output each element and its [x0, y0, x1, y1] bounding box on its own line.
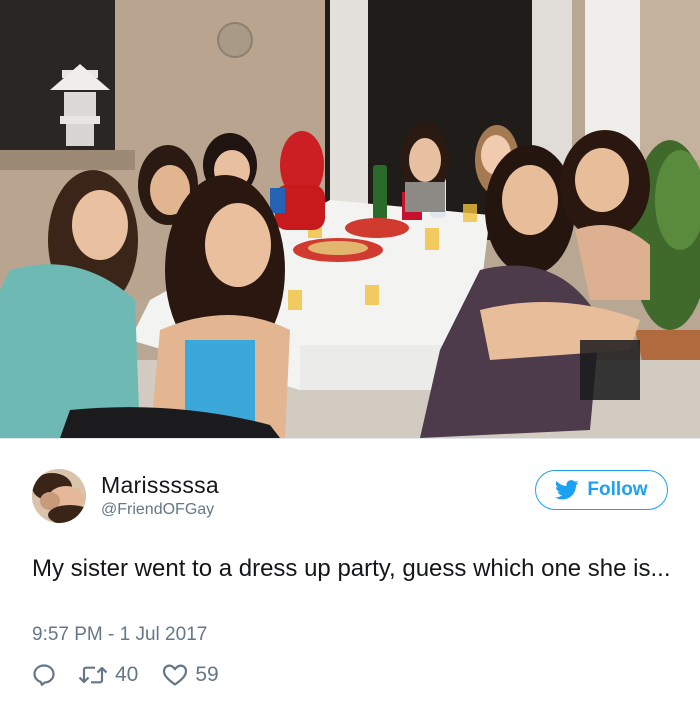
tweet-card: Marisssssa @FriendOFGay Follow My sister…	[0, 438, 700, 717]
like-count: 59	[195, 663, 219, 686]
retweet-count: 40	[115, 663, 139, 686]
avatar[interactable]	[32, 469, 86, 523]
retweet-button[interactable]: 40	[78, 663, 138, 687]
retweet-icon	[78, 666, 108, 684]
like-button[interactable]: 59	[162, 663, 219, 687]
reply-button[interactable]	[32, 663, 56, 687]
tweet-actions: 40 59	[32, 662, 219, 688]
follow-button[interactable]: Follow	[535, 470, 668, 510]
reply-icon	[33, 664, 55, 686]
follow-label: Follow	[587, 479, 648, 500]
timestamp[interactable]: 9:57 PM - 1 Jul 2017	[32, 624, 207, 646]
twitter-bird-icon	[555, 480, 580, 500]
user-handle[interactable]: @FriendOFGay	[101, 501, 214, 519]
heart-icon	[163, 664, 188, 686]
tweet-photo[interactable]	[0, 0, 700, 438]
divider	[0, 438, 700, 439]
display-name[interactable]: Marisssssa	[101, 472, 219, 499]
tweet-text: My sister went to a dress up party, gues…	[32, 555, 671, 582]
